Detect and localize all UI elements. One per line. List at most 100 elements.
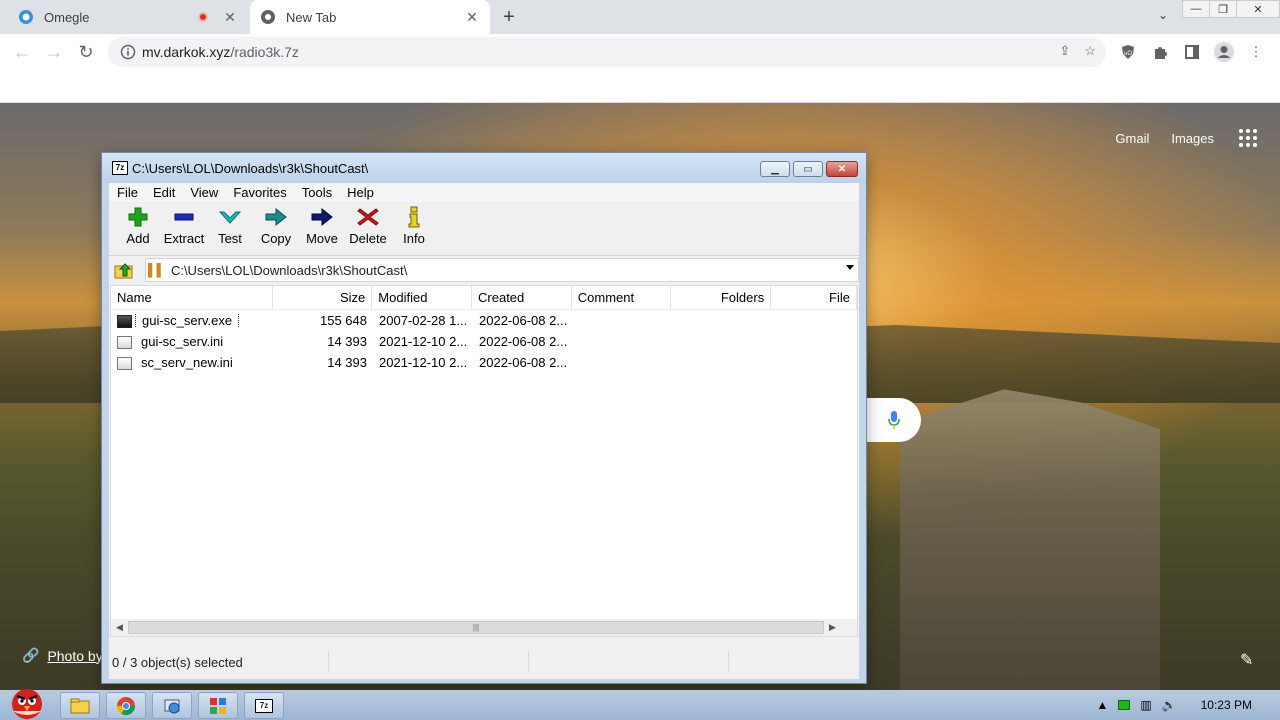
maximize-button[interactable]: ▭ — [793, 161, 823, 177]
copy-button[interactable]: Copy — [253, 202, 299, 252]
google-apps-icon[interactable] — [1236, 126, 1260, 150]
file-size: 14 393 — [327, 334, 367, 349]
forward-button[interactable]: → — [38, 36, 70, 68]
side-panel-icon[interactable] — [1180, 38, 1204, 66]
file-created: 2022-06-08 2... — [479, 313, 568, 328]
delete-x-icon — [357, 208, 379, 226]
close-tab-icon[interactable]: ✕ — [222, 9, 238, 25]
customize-pencil-icon[interactable]: ✎ — [1240, 650, 1253, 670]
photo-by-link[interactable]: Photo by — [47, 648, 102, 664]
start-button-angry-bird-icon[interactable] — [4, 684, 50, 720]
address-bar[interactable]: mv.darkok.xyz/radio3k.7z ⇪ ☆ — [108, 37, 1106, 67]
window-title-bar[interactable]: 7z C:\Users\LOL\Downloads\r3k\ShoutCast\… — [102, 153, 866, 183]
close-tab-icon[interactable]: ✕ — [464, 9, 480, 25]
network-status-icon[interactable]: ▥ — [1140, 698, 1151, 712]
battery-status-icon[interactable] — [1118, 700, 1131, 710]
7zip-app-icon: 7z — [112, 161, 128, 175]
menu-favorites[interactable]: Favorites — [225, 185, 293, 200]
file-name-cell: sc_serv_new.ini — [111, 355, 273, 371]
share-icon[interactable]: ⇪ — [1059, 43, 1070, 59]
taskbar-app-button[interactable] — [198, 692, 238, 719]
new-tab-button[interactable]: + — [498, 6, 520, 28]
delete-button[interactable]: Delete — [345, 202, 391, 252]
menu-edit[interactable]: Edit — [145, 185, 182, 200]
col-size[interactable]: Size — [273, 285, 373, 310]
extension-area: uO ⋮ — [1116, 38, 1268, 66]
network-globe-icon — [164, 699, 180, 713]
scroll-right-icon[interactable]: ▶ — [824, 622, 841, 633]
taskbar-7zip-button[interactable]: 7z — [244, 692, 284, 719]
tab-title: Omegle — [44, 9, 90, 25]
clock[interactable]: 10:23 PM — [1201, 698, 1252, 712]
tab-new-tab[interactable]: New Tab ✕ — [250, 0, 490, 34]
reload-button[interactable]: ↻ — [70, 36, 102, 68]
menu-help[interactable]: Help — [339, 185, 381, 200]
minimize-icon[interactable]: — — [1182, 0, 1210, 18]
table-row[interactable]: gui-sc_serv.exe 155 648 2007-02-28 1... … — [111, 310, 857, 331]
scroll-left-icon[interactable]: ◀ — [111, 622, 128, 633]
col-name[interactable]: Name — [111, 285, 273, 310]
bookmark-bar — [0, 70, 1280, 103]
images-link[interactable]: Images — [1171, 131, 1214, 146]
window-client-area: File Edit View Favorites Tools Help Add … — [109, 183, 859, 679]
column-headers: Name Size Modified Created Comment Folde… — [111, 285, 857, 310]
menu-file[interactable]: File — [109, 185, 145, 200]
col-files[interactable]: File — [771, 285, 857, 310]
extensions-puzzle-icon[interactable] — [1148, 38, 1172, 66]
photo-attribution[interactable]: 🔗 Photo by — [22, 647, 103, 664]
site-info-icon[interactable] — [114, 44, 142, 60]
tab-omegle[interactable]: Omegle ✕ — [8, 0, 248, 34]
path-combobox[interactable]: ▌▌ C:\Users\LOL\Downloads\r3k\ShoutCast\ — [144, 258, 859, 282]
table-row[interactable]: gui-sc_serv.ini 14 393 2021-12-10 2... 2… — [111, 331, 857, 352]
url-domain: mv.darkok.xyz — [142, 44, 231, 60]
volume-icon[interactable]: 🔈 — [1162, 698, 1177, 712]
file-created: 2022-06-08 2... — [479, 355, 568, 370]
taskbar: 7z ▲ ▥ 🔈 10:23 PM — [0, 689, 1280, 720]
parent-folder-up-button[interactable] — [111, 259, 137, 281]
taskbar-chrome-button[interactable] — [106, 692, 146, 719]
horizontal-scrollbar[interactable]: ◀ ||| ▶ — [111, 619, 857, 636]
taskbar-network-button[interactable] — [152, 692, 192, 719]
table-row[interactable]: sc_serv_new.ini 14 393 2021-12-10 2... 2… — [111, 352, 857, 373]
info-i-icon — [408, 206, 420, 228]
extract-button[interactable]: Extract — [161, 202, 207, 252]
gmail-link[interactable]: Gmail — [1115, 131, 1149, 146]
delete-label: Delete — [349, 231, 387, 246]
add-button[interactable]: Add — [115, 202, 161, 252]
folder-icon: ▌▌ — [147, 263, 165, 277]
file-name-cell: gui-sc_serv.exe — [111, 312, 273, 329]
move-button[interactable]: Move — [299, 202, 345, 252]
scrollbar-thumb[interactable]: ||| — [128, 621, 824, 634]
info-button[interactable]: Info — [391, 202, 437, 252]
col-folders[interactable]: Folders — [671, 285, 772, 310]
7zip-file-manager-window: 7z C:\Users\LOL\Downloads\r3k\ShoutCast\… — [101, 152, 867, 684]
voice-search-button[interactable] — [866, 398, 921, 442]
back-button[interactable]: ← — [6, 36, 38, 68]
test-label: Test — [218, 231, 242, 246]
window-controls: — ❐ ✕ — [1182, 0, 1280, 18]
profile-avatar-icon[interactable] — [1212, 38, 1236, 66]
file-name-cell: gui-sc_serv.ini — [111, 334, 273, 350]
show-hidden-icons-icon[interactable]: ▲ — [1096, 698, 1108, 712]
extract-minus-icon — [174, 213, 194, 221]
toolbar: Add Extract Test Copy Move Delete Info — [109, 202, 859, 256]
col-modified[interactable]: Modified — [372, 285, 473, 310]
col-created[interactable]: Created — [472, 285, 572, 310]
close-window-icon[interactable]: ✕ — [1236, 0, 1280, 18]
file-name: gui-sc_serv.exe — [135, 312, 240, 329]
info-label: Info — [403, 231, 425, 246]
more-menu-icon[interactable]: ⋮ — [1244, 38, 1268, 66]
bookmark-star-icon[interactable]: ☆ — [1084, 43, 1096, 59]
menu-view[interactable]: View — [182, 185, 225, 200]
test-button[interactable]: Test — [207, 202, 253, 252]
tab-search-chevron-icon[interactable]: ⌄ — [1158, 8, 1168, 22]
ublock-shield-icon[interactable]: uO — [1116, 38, 1140, 66]
menu-tools[interactable]: Tools — [294, 185, 339, 200]
minimize-button[interactable]: ▁ — [760, 161, 790, 177]
close-button[interactable]: ✕ — [826, 161, 858, 177]
dropdown-arrow-icon[interactable] — [846, 265, 854, 270]
restore-icon[interactable]: ❐ — [1209, 0, 1237, 18]
chrome-favicon-icon — [260, 9, 276, 25]
taskbar-explorer-button[interactable] — [60, 692, 100, 719]
col-comment[interactable]: Comment — [572, 285, 672, 310]
